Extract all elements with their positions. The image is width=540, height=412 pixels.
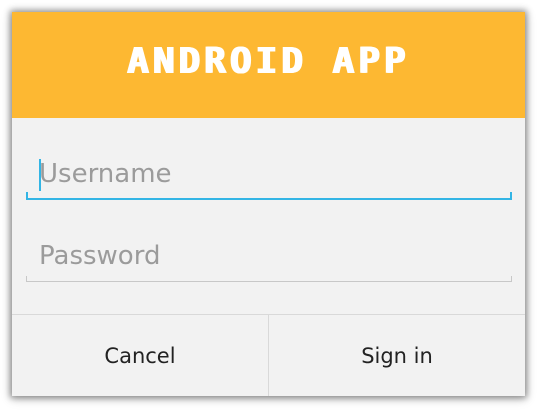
sign-in-button[interactable]: Sign in	[269, 315, 525, 396]
dialog-header: ANDROID APP	[12, 12, 525, 118]
username-underline	[26, 198, 512, 200]
password-underline	[26, 281, 512, 282]
username-field-container	[26, 152, 512, 200]
username-underline-right-tick	[510, 192, 512, 200]
username-underline-left-tick	[26, 192, 28, 200]
login-dialog: ANDROID APP Cancel Sign in	[12, 12, 525, 396]
app-title: ANDROID APP	[127, 40, 410, 82]
password-underline-left-tick	[26, 276, 27, 282]
password-input[interactable]	[26, 234, 512, 278]
password-field-container	[26, 234, 512, 282]
cancel-button[interactable]: Cancel	[12, 315, 269, 396]
dialog-button-bar: Cancel Sign in	[12, 314, 525, 396]
password-underline-right-tick	[511, 276, 512, 282]
username-input[interactable]	[26, 152, 512, 196]
text-cursor	[39, 159, 41, 191]
